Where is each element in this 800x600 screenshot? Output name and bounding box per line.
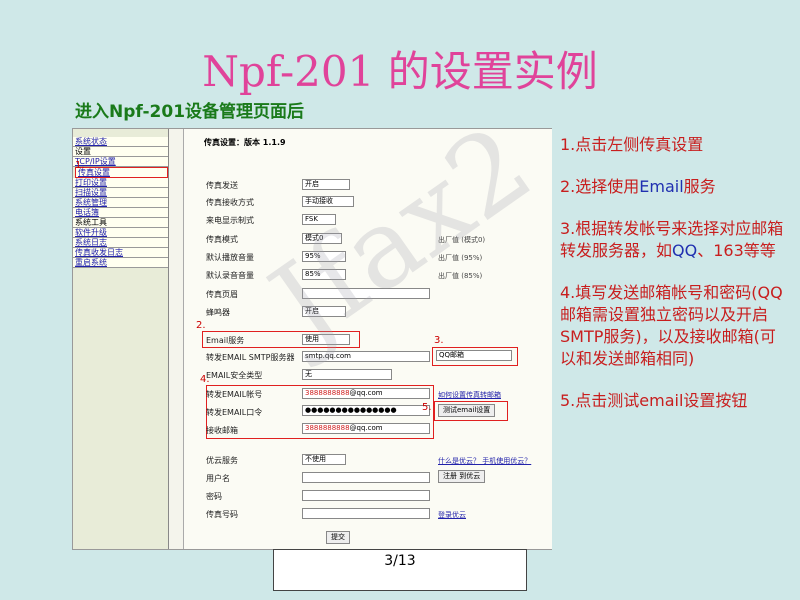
youyun-info-link[interactable]: 什么是优云？ 手机使用优云？ <box>438 456 531 466</box>
mail-provider-select[interactable]: QQ邮箱 <box>436 350 512 361</box>
record-volume-select[interactable]: 85% <box>302 269 346 280</box>
email-account-masked: 3888888888 <box>305 389 350 397</box>
step-5: 5.点击测试email设置按钮 <box>560 390 790 412</box>
nav-item-system-status[interactable]: 系统状态 <box>73 137 168 147</box>
ring-volume-select[interactable]: 95% <box>302 251 346 262</box>
nav-item-fax-log[interactable]: 传真收发日志 <box>73 248 168 258</box>
email-service-select[interactable]: 使用 <box>302 334 350 345</box>
record-volume-label: 默认录音音量 <box>206 271 254 280</box>
step-5-text: 5.点击测试email设置按钮 <box>560 391 748 410</box>
step-3: 3.根据转发帐号来选择对应邮箱转发服务器，如QQ、163等等 <box>560 218 790 262</box>
username-input[interactable] <box>302 472 430 483</box>
step-1: 1.点击左侧传真设置 <box>560 134 790 156</box>
email-password-input[interactable]: ●●●●●●●●●●●●●●● <box>302 405 430 416</box>
email-password-label: 转发EMAIL口令 <box>206 408 263 417</box>
version-label: 传真设置：版本 1.1.9 <box>204 138 286 147</box>
slide-subtitle: 进入Npf-201设备管理页面后 <box>75 102 305 122</box>
nav-item-print-settings[interactable]: 打印设置 <box>73 178 168 188</box>
marker-4: 4. <box>200 374 210 385</box>
fax-number-label: 传真号码 <box>206 510 238 519</box>
fax-settings-panel: 传真设置：版本 1.1.9 传真发送 开启 传真接收方式 手动接收 来电显示制式… <box>183 129 552 549</box>
email-security-label: EMAIL安全类型 <box>206 371 263 380</box>
fax-mode-note: 出厂值 (模式0) <box>438 236 486 244</box>
register-youyun-button[interactable]: 注册 到优云 <box>438 470 486 483</box>
record-volume-note: 出厂值 (85%) <box>438 272 483 280</box>
step-2-highlight: Email <box>639 177 684 196</box>
email-account-input[interactable]: 3888888888@qq.com <box>302 388 430 399</box>
instruction-steps: 1.点击左侧传真设置 2.选择使用Email服务 3.根据转发帐号来选择对应邮箱… <box>560 130 790 412</box>
fax-receive-mode-label: 传真接收方式 <box>206 198 254 207</box>
ring-volume-label: 默认播放音量 <box>206 253 254 262</box>
ring-volume-note: 出厂值 (95%) <box>438 254 483 262</box>
step-4: 4.填写发送邮箱帐号和密码(QQ邮箱需设置独立密码以及开启SMTP服务)，以及接… <box>560 282 790 370</box>
nav-item-phonebook[interactable]: 电话簿 <box>73 208 168 218</box>
receive-mailbox-masked: 3888888888 <box>305 424 350 432</box>
receive-mailbox-input[interactable]: 3888888888@qq.com <box>302 423 430 434</box>
fax-send-select[interactable]: 开启 <box>302 179 350 190</box>
marker-3: 3. <box>434 335 444 346</box>
test-email-button[interactable]: 测试email设置 <box>438 404 496 417</box>
marker-2: 2. <box>196 320 206 331</box>
smtp-server-label: 转发EMAIL SMTP服务器 <box>206 353 295 362</box>
fax-send-label: 传真发送 <box>206 181 238 190</box>
email-security-select[interactable]: 无 <box>302 369 392 380</box>
receive-mailbox-label: 接收邮箱 <box>206 426 238 435</box>
buzzer-label: 蜂鸣器 <box>206 308 230 317</box>
step-2: 2.选择使用Email服务 <box>560 176 790 198</box>
nav-item-reboot[interactable]: 重启系统 <box>73 258 168 268</box>
step-2-text: 2.选择使用 <box>560 177 640 196</box>
step-4-text: 4.填写发送邮箱帐号和密码(QQ邮箱需设置独立密码以及开启SMTP服务)，以及接… <box>560 283 783 368</box>
fax-mode-select[interactable]: 模式0 <box>302 233 342 244</box>
step-2-text-end: 服务 <box>683 177 716 196</box>
nav-item-system-log[interactable]: 系统日志 <box>73 238 168 248</box>
password-label: 密码 <box>206 492 222 501</box>
nav-item-firmware-upgrade[interactable]: 软件升级 <box>73 228 168 238</box>
login-youyun-link[interactable]: 登录优云 <box>438 510 466 520</box>
nav-item-tcpip[interactable]: TCP/IP设置 <box>73 157 168 167</box>
nav-group-tools: 系统工具 <box>73 218 168 228</box>
marker-5: 5. <box>422 402 432 413</box>
step-3-text-end: 、163等等 <box>697 241 776 260</box>
username-label: 用户名 <box>206 474 230 483</box>
device-screenshot: 系统状态 设置 TCP/IP设置 传真设置 打印设置 扫描设置 系统管理 电话簿… <box>72 128 552 550</box>
smtp-server-input[interactable]: smtp.qq.com <box>302 351 430 362</box>
caller-id-select[interactable]: FSK <box>302 214 336 225</box>
caller-id-label: 来电显示制式 <box>206 216 254 225</box>
fax-number-input[interactable] <box>302 508 430 519</box>
nav-item-system-admin[interactable]: 系统管理 <box>73 198 168 208</box>
password-input[interactable] <box>302 490 430 501</box>
youyun-service-select[interactable]: 不使用 <box>302 454 346 465</box>
buzzer-select[interactable]: 开启 <box>302 306 346 317</box>
receive-mailbox-suffix: @qq.com <box>349 424 383 432</box>
device-nav-menu: 系统状态 设置 TCP/IP设置 传真设置 打印设置 扫描设置 系统管理 电话簿… <box>73 129 169 549</box>
nav-item-fax-settings[interactable]: 传真设置 <box>75 167 168 178</box>
fax-receive-mode-select[interactable]: 手动接收 <box>302 196 354 207</box>
email-service-label: Email服务 <box>206 336 245 345</box>
fax-header-input[interactable] <box>302 288 430 299</box>
submit-button[interactable]: 提交 <box>326 531 350 544</box>
email-account-label: 转发EMAIL帐号 <box>206 390 263 399</box>
youyun-service-label: 优云服务 <box>206 456 238 465</box>
marker-1: 1. <box>75 160 85 171</box>
slide-title: Npf-201 的设置实例 <box>202 47 598 96</box>
fax-header-label: 传真页眉 <box>206 290 238 299</box>
email-account-suffix: @qq.com <box>349 389 383 397</box>
step-3-highlight: QQ <box>672 241 698 260</box>
fax-to-email-help-link[interactable]: 如何设置传真转邮箱 <box>438 390 501 400</box>
fax-mode-label: 传真模式 <box>206 235 238 244</box>
page-number: 3/13 <box>273 549 527 591</box>
nav-item-scan-settings[interactable]: 扫描设置 <box>73 188 168 198</box>
step-1-text: 1.点击左侧传真设置 <box>560 135 704 154</box>
nav-group-settings: 设置 <box>73 147 168 157</box>
